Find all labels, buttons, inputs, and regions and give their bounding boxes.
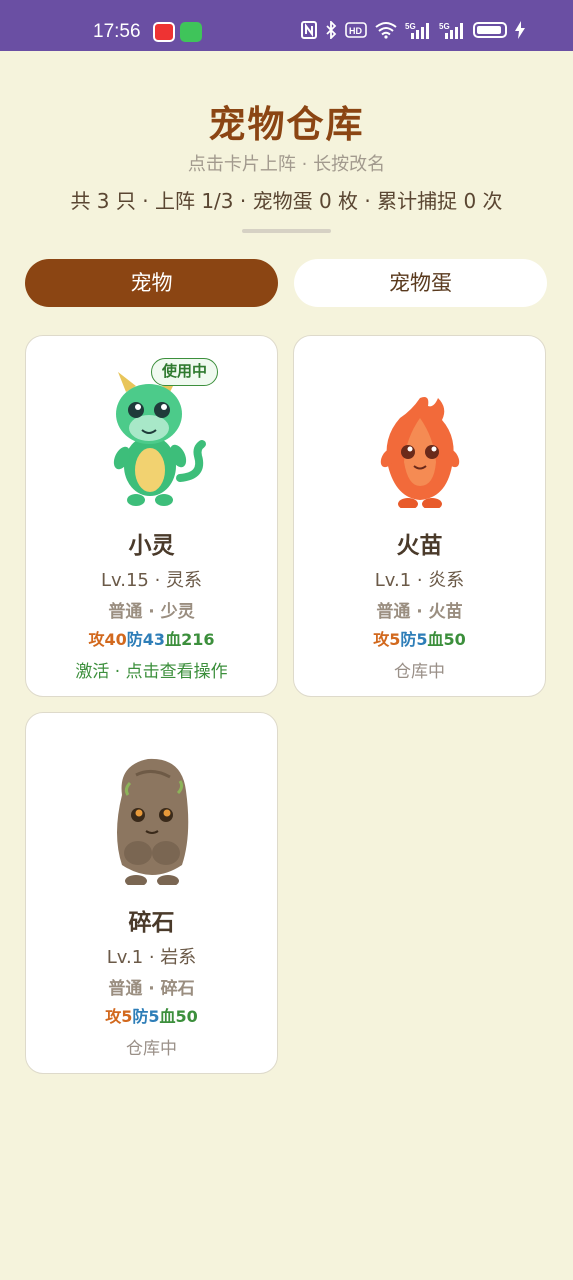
pet-name: 火苗	[396, 533, 443, 559]
pet-level: Lv.1 · 炎系	[374, 570, 465, 591]
in-use-badge: 使用中	[151, 358, 219, 386]
tab-pet-eggs[interactable]: 宠物蛋	[294, 259, 547, 307]
hd-icon: HD	[345, 22, 367, 38]
battery-icon	[473, 22, 507, 38]
svg-text:5G: 5G	[405, 22, 416, 31]
pet-card-huomiao[interactable]: 火苗 Lv.1 · 炎系 普通 · 火苗 攻5防5血50 仓库中	[293, 335, 546, 697]
rock-golem-icon	[117, 758, 189, 885]
svg-text:5G: 5G	[439, 22, 450, 31]
pet-kind: 普通 · 碎石	[108, 979, 195, 999]
status-time: 17:56	[93, 21, 141, 42]
inventory-summary: 共 3 只 · 上阵 1/3 · 宠物蛋 0 枚 · 累计捕捉 0 次	[70, 189, 503, 213]
charging-icon	[515, 21, 525, 39]
pet-kind: 普通 · 少灵	[108, 602, 195, 622]
status-bar: 17:56 HD 5G 5G	[0, 0, 573, 51]
page-subtitle: 点击卡片上阵 · 长按改名	[187, 154, 386, 175]
fire-sprite-icon	[380, 397, 460, 508]
stat-attack: 攻40	[88, 630, 127, 649]
svg-text:HD: HD	[349, 26, 362, 36]
5g-signal-icon: 5G	[405, 22, 429, 39]
tab-pets[interactable]: 宠物	[25, 259, 278, 307]
stat-attack: 攻5	[373, 630, 401, 649]
stat-defense: 防5	[132, 1007, 160, 1026]
pet-name: 碎石	[128, 910, 175, 936]
stat-attack: 攻5	[105, 1007, 133, 1026]
stat-defense: 防5	[400, 630, 428, 649]
pet-name: 小灵	[128, 533, 175, 559]
byd-app-icon	[153, 22, 175, 42]
pet-kind: 普通 · 火苗	[376, 602, 463, 622]
wifi-icon	[375, 22, 397, 39]
5g-signal-icon: 5G	[439, 22, 463, 39]
pet-status[interactable]: 激活 · 点击查看操作	[26, 657, 277, 682]
stat-hp: 血50	[159, 1007, 198, 1026]
messages-app-icon	[180, 22, 202, 42]
pet-level: Lv.15 · 灵系	[100, 570, 203, 591]
pet-stats: 攻5防5血50	[294, 626, 545, 650]
status-icons: HD 5G 5G	[301, 21, 525, 39]
pet-stats: 攻5防5血50	[26, 1003, 277, 1027]
stat-hp: 血216	[165, 630, 215, 649]
bluetooth-icon	[326, 21, 337, 39]
nfc-icon	[301, 21, 317, 39]
stat-defense: 防43	[126, 630, 166, 649]
pet-card-suishi[interactable]: 碎石 Lv.1 · 岩系 普通 · 碎石 攻5防5血50 仓库中	[25, 712, 278, 1074]
header-divider	[242, 229, 331, 233]
pet-status: 仓库中	[126, 1039, 177, 1059]
pet-status: 仓库中	[394, 662, 445, 682]
pet-stats: 攻40防43血216	[26, 626, 277, 650]
stat-hp: 血50	[427, 630, 466, 649]
page-title: 宠物仓库	[208, 103, 365, 146]
pet-card-xiaoling[interactable]: 使用中 小灵 Lv.15 · 灵系 普通 · 少灵 攻40防43血216 激活 …	[25, 335, 278, 697]
pet-level: Lv.1 · 岩系	[106, 947, 197, 968]
